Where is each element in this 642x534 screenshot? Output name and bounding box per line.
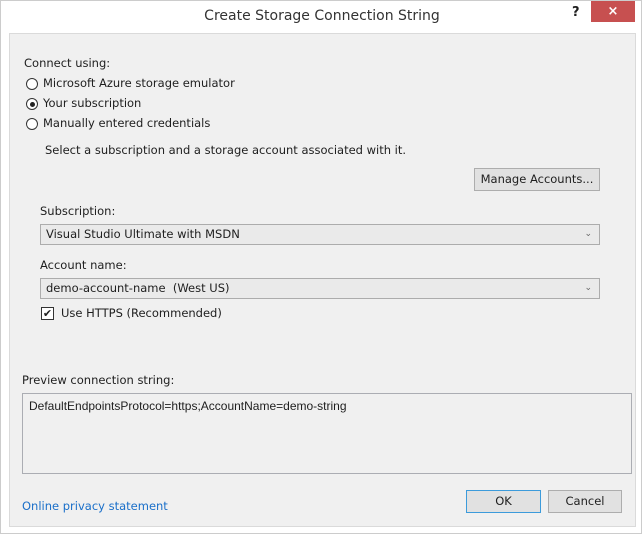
cancel-button[interactable]: Cancel [548,490,622,513]
radio-storage-emulator[interactable] [26,78,38,90]
radio-label-storage-emulator[interactable]: Microsoft Azure storage emulator [43,76,235,90]
help-button[interactable]: ? [572,5,580,20]
radio-your-subscription[interactable] [26,98,38,110]
subscription-value: Visual Studio Ultimate with MSDN [46,227,240,241]
radio-label-manual-credentials[interactable]: Manually entered credentials [43,116,210,130]
instruction-text: Select a subscription and a storage acco… [45,143,407,157]
account-name-label: Account name: [40,258,127,272]
dialog-window: Create Storage Connection String ? × Con… [0,0,642,534]
preview-label: Preview connection string: [22,373,175,387]
use-https-label[interactable]: Use HTTPS (Recommended) [61,306,222,320]
account-name-value: demo-account-name (West US) [46,281,230,295]
dialog-title: Create Storage Connection String [204,8,440,24]
radio-label-your-subscription[interactable]: Your subscription [43,96,141,110]
chevron-down-icon: ⌄ [584,283,592,293]
radio-manual-credentials[interactable] [26,118,38,130]
preview-connection-string-textbox[interactable]: DefaultEndpointsProtocol=https;AccountNa… [22,393,632,474]
online-privacy-link[interactable]: Online privacy statement [22,499,168,513]
close-button[interactable]: × [591,1,635,22]
chevron-down-icon: ⌄ [584,229,592,239]
use-https-checkbox[interactable]: ✔ [41,307,54,320]
manage-accounts-button[interactable]: Manage Accounts... [474,168,600,191]
connect-using-label: Connect using: [24,56,111,70]
subscription-label: Subscription: [40,204,116,218]
ok-button[interactable]: OK [466,490,541,513]
subscription-select[interactable]: Visual Studio Ultimate with MSDN ⌄ [40,224,600,245]
account-name-select[interactable]: demo-account-name (West US) ⌄ [40,278,600,299]
